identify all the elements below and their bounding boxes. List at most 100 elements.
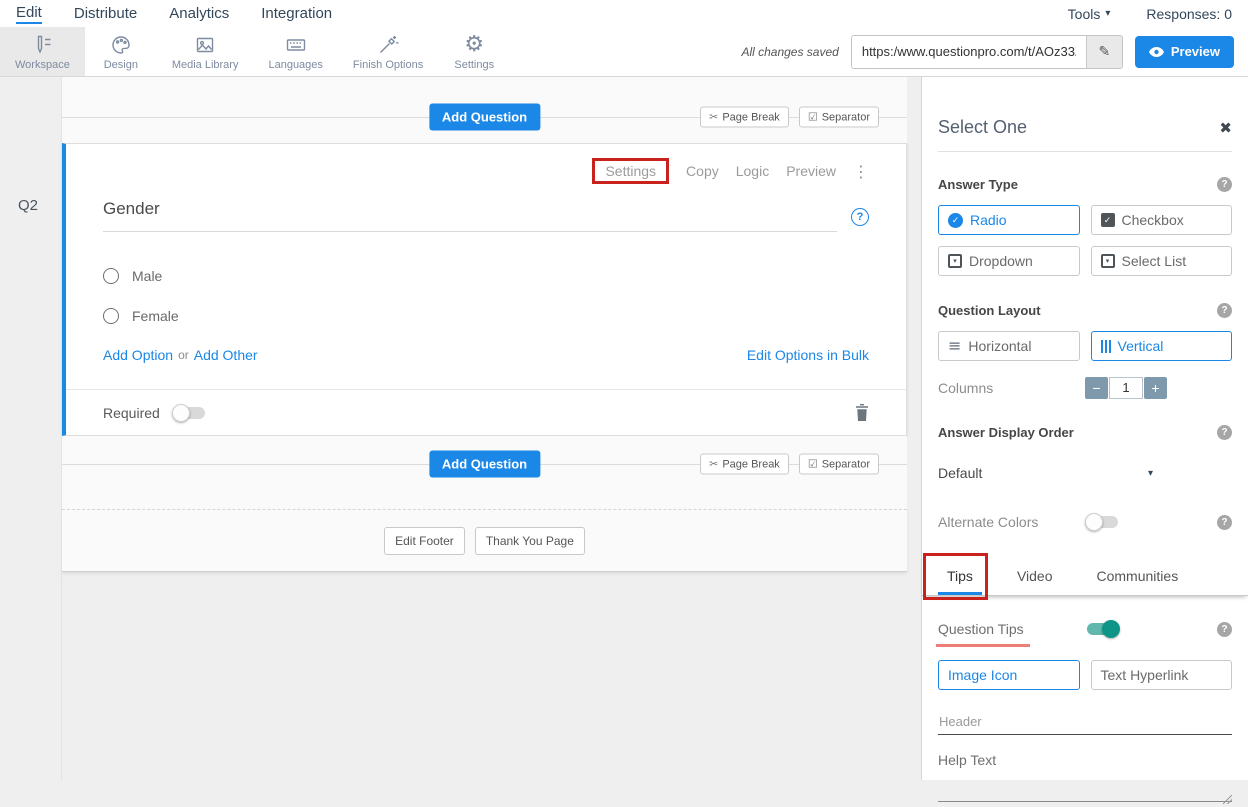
edit-footer-button[interactable]: Edit Footer — [384, 527, 465, 555]
help-icon[interactable]: ? — [1217, 515, 1232, 530]
question-card: Settings Copy Logic Preview ⋮ Gender ? M… — [62, 143, 907, 436]
close-icon[interactable]: ✖ — [1219, 119, 1232, 137]
preview-button[interactable]: Preview — [1135, 36, 1234, 68]
tips-header-input[interactable] — [938, 709, 1232, 735]
toolbar-tab-design[interactable]: Design — [85, 27, 157, 76]
resize-handle-icon[interactable] — [1223, 795, 1232, 804]
help-icon[interactable]: ? — [1217, 177, 1232, 192]
add-question-button[interactable]: Add Question — [429, 451, 540, 478]
page-break-label: Page Break — [722, 458, 779, 470]
survey-footer-strip: Edit Footer Thank You Page — [62, 509, 907, 572]
columns-value-input[interactable] — [1109, 377, 1143, 399]
edit-options-in-bulk-link[interactable]: Edit Options in Bulk — [747, 347, 869, 363]
question-action-preview[interactable]: Preview — [786, 163, 836, 179]
survey-url-box: ✎ — [851, 35, 1123, 69]
help-icon[interactable]: ? — [1217, 425, 1232, 440]
text-hyperlink-button[interactable]: Text Hyperlink — [1091, 660, 1233, 690]
alternate-colors-label: Alternate Colors — [938, 514, 1038, 530]
edit-url-pencil-icon[interactable]: ✎ — [1086, 36, 1122, 68]
question-action-settings[interactable]: Settings — [605, 163, 656, 179]
tools-label: Tools — [1068, 6, 1101, 22]
panel-title: Select One — [938, 117, 1027, 138]
toolbar-tab-finish-options[interactable]: Finish Options — [338, 27, 438, 76]
question-help-icon[interactable]: ? — [851, 208, 869, 226]
top-nav-right: Tools ▾ Responses: 0 — [1068, 6, 1232, 22]
question-action-logic[interactable]: Logic — [736, 163, 769, 179]
answer-type-options: ✓ Radio ✓ Checkbox ▾ Dropdown ▾ Select L… — [938, 205, 1232, 276]
question-number-label: Q2 — [18, 197, 38, 214]
delete-question-button[interactable] — [855, 404, 869, 421]
question-tips-toggle[interactable] — [1085, 620, 1120, 638]
answer-option-label[interactable]: Male — [132, 268, 162, 284]
design-palette-icon — [109, 33, 133, 57]
add-question-button[interactable]: Add Question — [429, 104, 540, 131]
preview-button-label: Preview — [1171, 44, 1220, 59]
chevron-down-icon: ▾ — [1148, 468, 1153, 479]
answer-type-option-label: Checkbox — [1122, 212, 1184, 228]
answer-type-select-list-button[interactable]: ▾ Select List — [1091, 246, 1233, 276]
columns-row: Columns − + — [938, 376, 1232, 399]
answer-option-label[interactable]: Female — [132, 308, 179, 324]
thank-you-page-button[interactable]: Thank You Page — [475, 527, 585, 555]
nav-tab-edit[interactable]: Edit — [16, 4, 42, 24]
page-break-button[interactable]: ✂ Page Break — [700, 454, 789, 475]
layout-horizontal-button[interactable]: ≡ Horizontal — [938, 331, 1080, 361]
answer-type-checkbox-button[interactable]: ✓ Checkbox — [1091, 205, 1233, 235]
page-break-button[interactable]: ✂ Page Break — [700, 107, 789, 128]
columns-label: Columns — [938, 380, 993, 396]
nav-tab-distribute[interactable]: Distribute — [74, 5, 137, 23]
toolbar-tab-media-library[interactable]: Media Library — [157, 27, 254, 76]
option-links-row: Add Option or Add Other Edit Options in … — [103, 347, 869, 363]
toolbar-tab-settings[interactable]: ⚙ Settings — [438, 27, 510, 76]
answer-type-radio-button[interactable]: ✓ Radio — [938, 205, 1080, 235]
add-question-strip-bottom: Add Question ✂ Page Break ☑ Separator — [62, 436, 907, 509]
toolbar-tab-label: Design — [104, 59, 138, 71]
answer-display-order-select[interactable]: Default ▾ — [938, 465, 1153, 481]
toolbar-tab-workspace[interactable]: Workspace — [0, 27, 85, 76]
tools-dropdown[interactable]: Tools ▾ — [1068, 6, 1111, 22]
question-settings-panel: Select One ✖ Answer Type ? ✓ Radio ✓ Che… — [921, 77, 1248, 780]
alternate-colors-toggle[interactable] — [1085, 513, 1120, 531]
answer-type-dropdown-button[interactable]: ▾ Dropdown — [938, 246, 1080, 276]
tab-video[interactable]: Video — [1008, 556, 1062, 595]
separator-button[interactable]: ☑ Separator — [799, 454, 879, 475]
horizontal-lines-icon: ≡ — [948, 338, 961, 354]
answer-display-order-value: Default — [938, 465, 982, 481]
help-icon[interactable]: ? — [1217, 622, 1232, 637]
vertical-bars-icon — [1101, 340, 1111, 353]
add-other-link[interactable]: Add Other — [194, 347, 258, 363]
add-question-row: Add Question ✂ Page Break ☑ Separator — [62, 104, 907, 130]
scissors-icon: ✂ — [709, 111, 718, 124]
checkbox-icon: ☑ — [808, 111, 818, 124]
survey-url-input[interactable] — [852, 36, 1086, 68]
toolbar-tab-languages[interactable]: Languages — [253, 27, 337, 76]
question-action-copy[interactable]: Copy — [686, 163, 719, 179]
question-title-input[interactable]: Gender — [103, 199, 837, 232]
help-text-area[interactable] — [938, 770, 1232, 802]
eye-icon — [1149, 47, 1164, 57]
responses-count[interactable]: Responses: 0 — [1146, 6, 1232, 22]
help-icon[interactable]: ? — [1217, 303, 1232, 318]
separator-button[interactable]: ☑ Separator — [799, 107, 879, 128]
answer-type-label: Answer Type — [938, 177, 1018, 192]
image-icon-button[interactable]: Image Icon — [938, 660, 1080, 690]
required-toggle[interactable] — [172, 404, 207, 422]
layout-vertical-button[interactable]: Vertical — [1091, 331, 1233, 361]
tab-communities[interactable]: Communities — [1088, 556, 1188, 595]
add-option-link[interactable]: Add Option — [103, 347, 173, 363]
columns-increment-button[interactable]: + — [1144, 377, 1167, 399]
question-footer-row: Required — [103, 390, 869, 435]
columns-decrement-button[interactable]: − — [1085, 377, 1108, 399]
nav-tab-integration[interactable]: Integration — [261, 5, 332, 23]
answer-type-header: Answer Type ? — [938, 177, 1232, 192]
divider — [938, 151, 1232, 152]
main-area: Q2 Add Question ✂ Page Break ☑ Separat — [0, 77, 1248, 780]
question-title-row: Gender ? — [103, 199, 869, 232]
kebab-menu-icon[interactable]: ⋮ — [853, 162, 869, 181]
tab-tips[interactable]: Tips — [938, 556, 982, 595]
radio-button[interactable] — [103, 268, 119, 284]
nav-tab-analytics[interactable]: Analytics — [169, 5, 229, 23]
radio-button[interactable] — [103, 308, 119, 324]
top-nav: Edit Distribute Analytics Integration To… — [0, 0, 1248, 27]
columns-stepper: − + — [1085, 377, 1167, 399]
